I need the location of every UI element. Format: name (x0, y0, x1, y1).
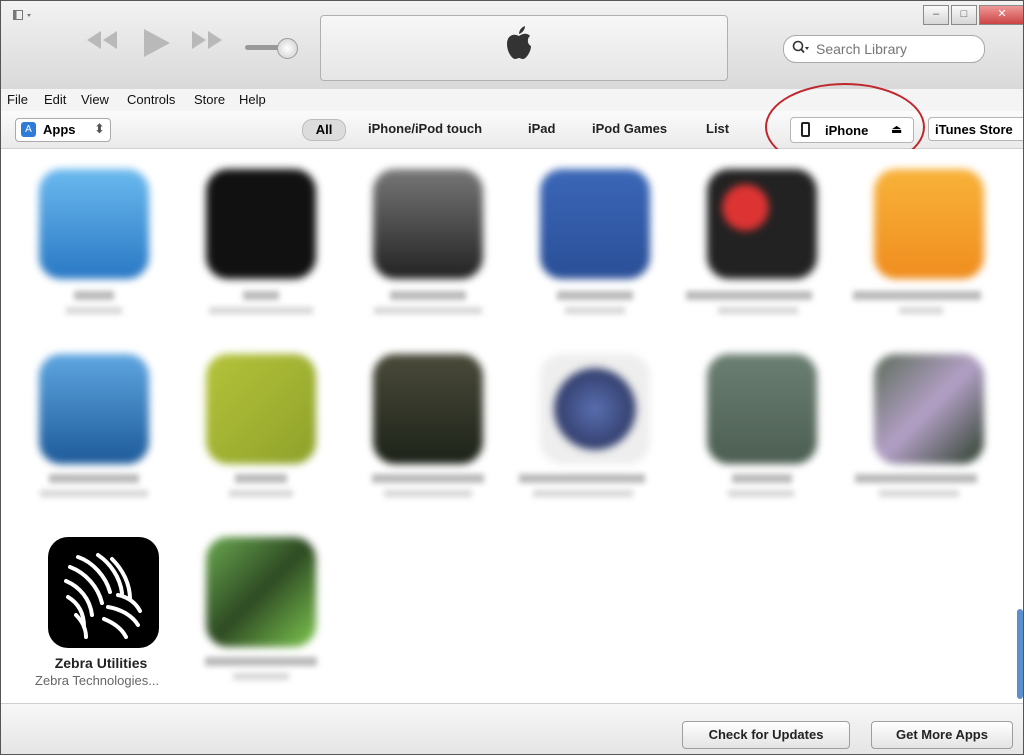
app-developer-blurred (899, 307, 943, 314)
app-name-blurred (49, 474, 139, 483)
eject-icon[interactable]: ⏏ (891, 122, 902, 136)
app-icon[interactable] (540, 169, 650, 279)
menu-file[interactable]: File (7, 92, 28, 107)
apple-logo-icon (506, 25, 532, 65)
minimize-button[interactable]: – (923, 5, 949, 25)
volume-knob[interactable] (277, 38, 298, 59)
app-grid: Zebra Utilities Zebra Technologies... (1, 149, 1023, 703)
app-icon[interactable] (874, 354, 984, 464)
phone-icon (801, 122, 810, 137)
app-icon[interactable] (39, 169, 149, 279)
app-name-blurred (390, 291, 466, 300)
app-name-blurred (686, 291, 812, 300)
app-developer-blurred (229, 490, 293, 497)
app-developer-blurred (565, 307, 625, 314)
updown-arrow-icon: ⬍ (94, 121, 105, 136)
menu-bar: File Edit View Controls Store Help (1, 89, 1023, 111)
app-developer-blurred (533, 490, 633, 497)
toolbar: – □ ✕ (1, 1, 1023, 90)
app-icon[interactable] (206, 537, 316, 647)
app-store-icon: A (21, 122, 36, 137)
app-name-blurred (853, 291, 981, 300)
app-developer-blurred (66, 307, 122, 314)
app-developer-blurred (384, 490, 472, 497)
menu-store[interactable]: Store (194, 92, 225, 107)
app-developer-blurred (728, 490, 794, 497)
app-icon[interactable] (373, 354, 483, 464)
check-for-updates-button[interactable]: Check for Updates (682, 721, 850, 749)
app-name-blurred (519, 474, 645, 483)
window-controls: – □ ✕ (921, 5, 1023, 25)
app-icon[interactable] (39, 354, 149, 464)
library-selector[interactable]: A Apps ⬍ (15, 118, 111, 142)
close-button[interactable]: ✕ (979, 5, 1023, 25)
play-icon[interactable] (140, 27, 172, 66)
library-selector-label: Apps (43, 122, 76, 137)
app-developer: Zebra Technologies... (35, 673, 160, 688)
tab-list[interactable]: List (706, 121, 729, 136)
get-more-apps-button[interactable]: Get More Apps (871, 721, 1013, 749)
app-icon[interactable] (707, 354, 817, 464)
tab-ipad[interactable]: iPad (528, 121, 555, 136)
device-button[interactable]: iPhone ⏏ (790, 117, 914, 143)
menu-help[interactable]: Help (239, 92, 266, 107)
app-icon[interactable] (373, 169, 483, 279)
app-developer-blurred (718, 307, 798, 314)
app-name-blurred (205, 657, 317, 666)
app-name-blurred (732, 474, 792, 483)
app-icon[interactable] (874, 169, 984, 279)
app-icon[interactable] (540, 354, 650, 464)
search-box[interactable] (783, 35, 985, 63)
maximize-button[interactable]: □ (951, 5, 977, 25)
tab-iphone-ipod-touch[interactable]: iPhone/iPod touch (368, 121, 482, 136)
app-name-blurred (74, 291, 114, 300)
rewind-icon[interactable] (83, 27, 121, 58)
menu-controls[interactable]: Controls (127, 92, 175, 107)
app-developer-blurred (40, 490, 148, 497)
app-developer-blurred (233, 673, 289, 680)
app-name-blurred (235, 474, 287, 483)
app-icon[interactable] (206, 354, 316, 464)
itunes-window: – □ ✕ File Edit View Controls Store Help… (0, 0, 1024, 755)
fast-forward-icon[interactable] (188, 27, 226, 58)
app-developer-blurred (374, 307, 482, 314)
tab-all[interactable]: All (302, 119, 346, 141)
device-label: iPhone (825, 123, 869, 138)
search-icon (792, 40, 810, 57)
zebra-logo-icon[interactable] (48, 537, 159, 648)
app-icon[interactable] (707, 169, 817, 279)
app-name-blurred (557, 291, 633, 300)
sidebar-toggle-icon[interactable] (13, 9, 37, 23)
itunes-store-button[interactable]: iTunes Store (928, 117, 1023, 141)
app-name-blurred (372, 474, 484, 483)
app-developer-blurred (209, 307, 313, 314)
search-input[interactable] (814, 38, 978, 60)
footer-bar: Check for Updates Get More Apps (1, 703, 1023, 754)
tab-ipod-games[interactable]: iPod Games (592, 121, 667, 136)
app-name-blurred (855, 474, 977, 483)
library-nav-bar: A Apps ⬍ All iPhone/iPod touch iPad iPod… (1, 111, 1023, 149)
app-name-blurred (243, 291, 279, 300)
scrollbar-thumb[interactable] (1017, 609, 1023, 699)
app-name: Zebra Utilities (54, 655, 148, 671)
menu-edit[interactable]: Edit (44, 92, 66, 107)
app-developer-blurred (879, 490, 959, 497)
menu-view[interactable]: View (81, 92, 109, 107)
app-icon[interactable] (206, 169, 316, 279)
